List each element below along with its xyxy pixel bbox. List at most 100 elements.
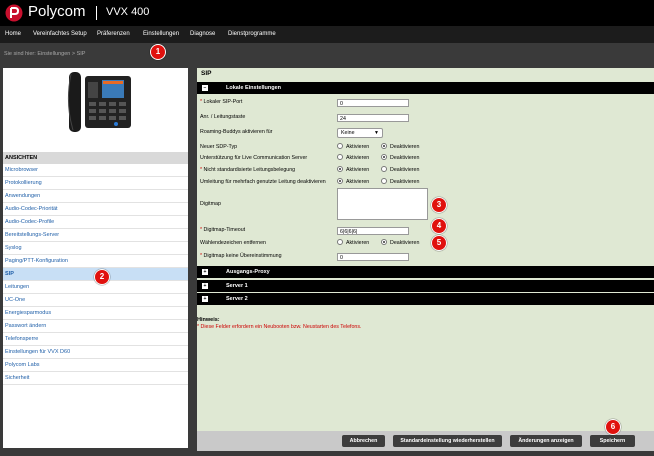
sidebar-item-applications[interactable]: Anwendungen — [3, 190, 188, 203]
nav-home[interactable]: Home — [5, 26, 21, 43]
callout-badge-2: 2 — [94, 269, 110, 285]
label-lcs: Unterstützung für Live Communication Ser… — [200, 155, 308, 161]
radio-icon — [381, 178, 387, 184]
sidebar-item-change-password[interactable]: Passwort ändern — [3, 320, 188, 333]
sidebar-item-audio-codec-profiles[interactable]: Audio-Codec-Profile — [3, 216, 188, 229]
restore-defaults-button[interactable]: Standardeinstellung wiederherstellen — [393, 435, 502, 447]
label-roaming: Roaming-Buddys aktivieren für — [200, 129, 273, 135]
nav-utilities[interactable]: Dienstprogramme — [228, 26, 276, 43]
phone-icon — [67, 72, 131, 132]
line-key-input[interactable]: 24 — [337, 114, 409, 122]
lcs-disable-radio[interactable]: Deaktivieren — [381, 154, 419, 163]
label-multi: Umleitung für mehrfach genutzte Leitung … — [200, 179, 326, 185]
phone-image — [3, 68, 188, 150]
section-local-settings[interactable]: − Lokale Einstellungen — [197, 82, 654, 94]
header-divider — [96, 6, 97, 20]
callout-badge-1: 1 — [150, 44, 166, 60]
action-bar: Abbrechen Standardeinstellung wiederhers… — [197, 431, 654, 451]
section-server-2-label: Server 2 — [226, 296, 248, 302]
radio-checked-icon — [337, 178, 343, 184]
nav-simple-setup[interactable]: Vereinfachtes Setup — [33, 26, 87, 43]
sdp-disable-radio[interactable]: Deaktivieren — [381, 143, 419, 152]
local-port-input[interactable]: 0 — [337, 99, 409, 107]
nonstd-enable-radio[interactable]: Aktivieren — [337, 166, 369, 175]
sidebar-item-uc-one[interactable]: UC-One — [3, 294, 188, 307]
radio-checked-icon — [381, 143, 387, 149]
collapse-icon[interactable]: − — [202, 85, 208, 91]
section-outbound-proxy[interactable]: + Ausgangs-Proxy — [197, 266, 654, 278]
section-local-label: Lokale Einstellungen — [226, 85, 282, 91]
main-panel: SIP − Lokale Einstellungen * Lokaler SIP… — [197, 68, 654, 451]
breadcrumb-text: Sie sind hier: Einstellungen > SIP — [4, 51, 86, 57]
radio-icon — [337, 143, 343, 149]
label-local-port: * Lokaler SIP-Port — [200, 99, 243, 105]
top-bar: Polycom VVX 400 — [0, 0, 654, 26]
expand-icon[interactable]: + — [202, 269, 208, 275]
no-match-input[interactable]: 0 — [337, 253, 409, 261]
dialtone-disable-radio[interactable]: Deaktivieren — [381, 239, 419, 248]
radio-checked-icon — [381, 154, 387, 160]
section-outbound-proxy-label: Ausgangs-Proxy — [226, 269, 270, 275]
lcs-enable-radio[interactable]: Aktivieren — [337, 154, 369, 163]
section-server-1-label: Server 1 — [226, 283, 248, 289]
multi-enable-radio[interactable]: Aktivieren — [337, 178, 369, 187]
nav-preferences[interactable]: Präferenzen — [97, 26, 130, 43]
label-line-key: Anr. / Leitungstaste — [200, 114, 246, 120]
save-button[interactable]: Speichern — [590, 435, 635, 447]
label-dialtone: Wählendezeichen entfernen — [200, 240, 266, 246]
sidebar-item-syslog[interactable]: Syslog — [3, 242, 188, 255]
sidebar-item-security[interactable]: Sicherheit — [3, 372, 188, 385]
roaming-select[interactable]: Keine ▼ — [337, 128, 383, 138]
show-changes-button[interactable]: Änderungen anzeigen — [510, 435, 582, 447]
sidebar-item-polycom-labs[interactable]: Polycom Labs — [3, 359, 188, 372]
sdp-enable-radio[interactable]: Aktivieren — [337, 143, 369, 152]
expand-icon[interactable]: + — [202, 296, 208, 302]
label-no-match: * Digitmap keine Übereinstimmung — [200, 253, 282, 259]
radio-icon — [381, 166, 387, 172]
sidebar-item-paging[interactable]: Paging/PTT-Konfiguration — [3, 255, 188, 268]
digitmap-textarea[interactable] — [337, 188, 428, 220]
main-nav: Home Vereinfachtes Setup Präferenzen Ein… — [0, 26, 654, 43]
page-title: SIP — [201, 70, 212, 77]
callout-badge-5: 5 — [431, 235, 447, 251]
dialtone-enable-radio[interactable]: Aktivieren — [337, 239, 369, 248]
callout-badge-4: 4 — [431, 218, 447, 234]
section-server-1[interactable]: + Server 1 — [197, 280, 654, 292]
section-server-2[interactable]: + Server 2 — [197, 293, 654, 305]
callout-badge-6: 6 — [605, 419, 621, 435]
brand-name: Polycom — [28, 3, 86, 20]
cancel-button[interactable]: Abbrechen — [342, 435, 385, 447]
sidebar-item-microbrowser[interactable]: Microbrowser — [3, 164, 188, 177]
multi-disable-radio[interactable]: Deaktivieren — [381, 178, 419, 187]
hint-title: Hinweis: — [197, 317, 220, 323]
nav-diagnostics[interactable]: Diagnose — [190, 26, 215, 43]
roaming-select-value: Keine — [341, 130, 355, 136]
breadcrumb: Sie sind hier: Einstellungen > SIP — [0, 43, 654, 65]
radio-checked-icon — [381, 239, 387, 245]
sidebar-item-provisioning-server[interactable]: Bereitstellungs-Server — [3, 229, 188, 242]
label-digitmap-timeout: * Digitmap-Timeout — [200, 227, 246, 233]
callout-badge-3: 3 — [431, 197, 447, 213]
nav-settings[interactable]: Einstellungen — [143, 26, 179, 43]
sidebar-item-lines[interactable]: Leitungen — [3, 281, 188, 294]
model-name: VVX 400 — [106, 6, 150, 18]
digitmap-timeout-input[interactable]: 6|6|6|6| — [337, 227, 409, 235]
nonstd-disable-radio[interactable]: Deaktivieren — [381, 166, 419, 175]
radio-checked-icon — [337, 166, 343, 172]
sidebar-item-audio-codec-priority[interactable]: Audio-Codec-Priorität — [3, 203, 188, 216]
radio-icon — [337, 239, 343, 245]
sidebar-item-phone-lock[interactable]: Telefonsperre — [3, 333, 188, 346]
label-sdp: Neuer SDP-Typ — [200, 144, 238, 150]
label-nonstd: * Nicht standardisierte Leitungsbelegung — [200, 167, 296, 173]
polycom-logo-icon — [5, 4, 23, 22]
views-heading: ANSICHTEN — [3, 152, 188, 164]
hint-text: * Diese Felder erfordern ein Neubooten b… — [197, 324, 362, 330]
chevron-down-icon: ▼ — [374, 130, 379, 136]
label-digitmap: Digitmap — [200, 201, 221, 207]
radio-icon — [337, 154, 343, 160]
expand-icon[interactable]: + — [202, 283, 208, 289]
sidebar-item-power-saving[interactable]: Energiesparmodus — [3, 307, 188, 320]
sidebar-item-vvx-d60[interactable]: Einstellungen für VVX D60 — [3, 346, 188, 359]
sidebar: ANSICHTEN Microbrowser Protokollierung A… — [3, 68, 188, 448]
sidebar-item-logging[interactable]: Protokollierung — [3, 177, 188, 190]
